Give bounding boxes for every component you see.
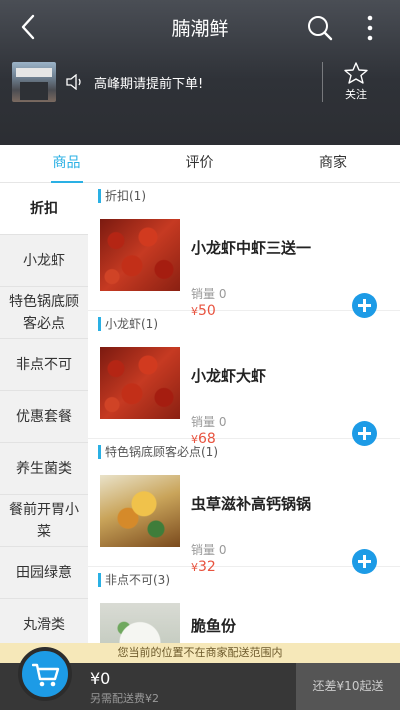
tab-products[interactable]: 商品	[0, 145, 133, 183]
category-sidebar: 折扣 小龙虾 特色锅底顾客必点 非点不可 优惠套餐 养生菌类 餐前开胃小菜 田园…	[0, 183, 88, 643]
sidebar-item-mushrooms[interactable]: 养生菌类	[0, 443, 88, 495]
section-title: 特色锅底顾客必点(1)	[105, 445, 218, 459]
sidebar-item-label: 餐前开胃小菜	[9, 501, 79, 540]
section-title: 小龙虾(1)	[105, 317, 158, 331]
product-sales: 销量 0	[191, 543, 227, 557]
sidebar-item-greens[interactable]: 田园绿意	[0, 547, 88, 599]
tab-label: 商家	[319, 155, 347, 171]
product-name: 小龙虾中虾三送一	[191, 239, 312, 257]
sidebar-item-set-meals[interactable]: 优惠套餐	[0, 391, 88, 443]
product-name: 虫草滋补高钙锅锅	[191, 495, 312, 513]
announcement-text: 高峰期请提前下单!	[94, 77, 204, 92]
sidebar-item-crayfish[interactable]: 小龙虾	[0, 235, 88, 287]
product-image	[100, 475, 180, 547]
sidebar-item-must-order[interactable]: 非点不可	[0, 339, 88, 391]
product-image	[100, 219, 180, 291]
tab-label: 评价	[185, 155, 214, 171]
section-title: 非点不可(3)	[105, 573, 170, 587]
tab-reviews[interactable]: 评价	[133, 145, 266, 183]
product-sales: 销量 0	[191, 287, 227, 301]
list-item[interactable]: 脆鱼份	[88, 591, 400, 643]
follow-label: 关注	[345, 88, 367, 101]
page-title: 腩潮鲜	[171, 18, 229, 40]
cart-icon	[32, 663, 60, 687]
sidebar-item-label: 非点不可	[16, 356, 72, 373]
delivery-fee: 另需配送费¥2	[90, 692, 159, 705]
sidebar-item-discount[interactable]: 折扣	[0, 183, 88, 235]
store-page: 腩潮鲜 高峰期请提前下单! 关注 商品 评价 商家 折扣 小龙虾 特色锅底顾客必…	[0, 0, 400, 710]
product-list: 折扣(1) 小龙虾中虾三送一 销量 0 ¥50 小龙虾(1) 小龙虾大虾 销量 …	[88, 183, 400, 643]
sidebar-item-label: 养生菌类	[16, 460, 72, 477]
list-item[interactable]: 小龙虾中虾三送一 销量 0 ¥50	[88, 207, 400, 319]
follow-button[interactable]: 关注	[330, 62, 382, 106]
sidebar-item-label: 田园绿意	[16, 564, 72, 581]
section-header: 非点不可(3)	[88, 567, 400, 591]
sidebar-item-special-broth[interactable]: 特色锅底顾客必点	[0, 287, 88, 339]
top-bar: 腩潮鲜	[0, 0, 400, 56]
sidebar-item-appetizers[interactable]: 餐前开胃小菜	[0, 495, 88, 547]
product-sales: 销量 0	[191, 415, 227, 429]
section-title: 折扣(1)	[105, 189, 146, 203]
announcement-icon	[66, 73, 84, 91]
list-item[interactable]: 小龙虾大虾 销量 0 ¥68	[88, 335, 400, 447]
tab-label: 商品	[52, 155, 81, 171]
store-header: 腩潮鲜 高峰期请提前下单! 关注	[0, 0, 400, 145]
sidebar-item-label: 特色锅底顾客必点	[9, 293, 79, 332]
product-image	[100, 347, 180, 419]
list-item[interactable]: 虫草滋补高钙锅锅 销量 0 ¥32	[88, 463, 400, 575]
tab-bar: 商品 评价 商家	[0, 145, 400, 183]
section-header: 小龙虾(1)	[88, 311, 400, 335]
divider	[322, 62, 323, 102]
tab-merchant[interactable]: 商家	[266, 145, 400, 183]
more-menu-icon[interactable]	[360, 14, 380, 42]
cart-total: ¥0	[90, 669, 111, 688]
sidebar-item-meatballs[interactable]: 丸滑类	[0, 599, 88, 643]
star-icon	[344, 62, 368, 84]
sidebar-item-label: 优惠套餐	[16, 408, 72, 425]
store-photo	[12, 62, 56, 102]
product-name: 脆鱼份	[191, 617, 237, 635]
cart-button[interactable]	[18, 647, 72, 701]
sidebar-item-label: 丸滑类	[23, 616, 65, 633]
product-name: 小龙虾大虾	[191, 367, 267, 385]
search-icon[interactable]	[306, 14, 334, 42]
sidebar-item-label: 小龙虾	[23, 252, 65, 269]
product-image	[100, 603, 180, 643]
sidebar-item-label: 折扣	[30, 200, 58, 217]
section-header: 特色锅底顾客必点(1)	[88, 439, 400, 463]
section-header: 折扣(1)	[88, 183, 400, 207]
checkout-button[interactable]: 还差¥10起送	[296, 663, 400, 710]
